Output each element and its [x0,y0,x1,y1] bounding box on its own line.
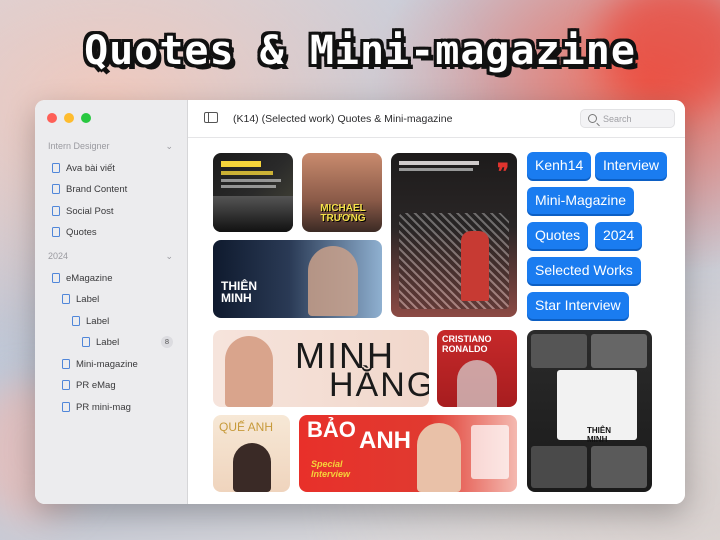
card-bao-anh[interactable]: BẢO ANH Special Interview [299,415,517,492]
sidebar-item-label: Mini-magazine [76,358,138,370]
quote-mark-icon: ❞ [497,159,509,184]
sidebar-item-label: Label [86,315,110,327]
grid-photo [531,446,587,488]
sidebar-item-brand-content[interactable]: Brand Content [52,182,127,196]
search-icon [588,114,597,123]
chevron-down-icon[interactable]: ⌄ [165,251,173,262]
sidebar-item-label-1[interactable]: Label [62,292,99,306]
card-lost-five[interactable]: ❞ [391,153,517,317]
document-icon [72,316,80,326]
sidebar-item-label: Social Post [66,205,114,217]
card-title-line1: BẢO [307,417,356,442]
tag-interview[interactable]: Interview [595,152,668,179]
tag-mini-magazine[interactable]: Mini-Magazine [527,187,635,214]
sidebar-item-quotes[interactable]: Quotes [52,225,97,239]
document-icon [52,273,60,283]
section-label: Intern Designer [48,141,110,151]
sidebar-item-label: PR eMag [76,379,116,391]
sidebar-toggle-icon[interactable] [204,112,218,123]
section-label: 2024 [48,251,69,261]
card-cristiano[interactable]: CRISTIANO RONALDO [437,330,517,407]
sidebar-item-label: eMagazine [66,272,113,284]
card-title-line2: ANH [359,427,411,454]
grid-photo [531,334,587,368]
sidebar-item-label: Label [76,293,100,305]
figure-red [461,231,489,301]
sidebar-item-pr-mini-mag[interactable]: PR mini-mag [62,400,131,414]
document-icon [62,294,70,304]
card-subtitle: Special Interview [311,459,351,479]
sidebar-item-emagazine[interactable]: eMagazine [52,271,112,285]
sidebar-item-mini-magazine[interactable]: Mini-magazine [62,357,138,371]
sidebar-item-label: Label [96,336,120,348]
quote-highlight [221,161,261,167]
sidebar-item-label: Brand Content [66,183,128,195]
chevron-down-icon[interactable]: ⌄ [165,141,173,152]
tag-selected-works[interactable]: Selected Works [527,257,641,284]
document-icon [62,380,70,390]
photo-frame [471,425,509,479]
card-quote-yellow[interactable] [213,153,293,232]
document-icon [52,227,60,237]
quote-line [221,179,281,182]
sidebar-item-label-3[interactable]: Label [82,335,172,349]
portrait [308,246,358,316]
grid-photo [591,334,647,368]
sidebar: Intern Designer ⌄ Ava bài viết Brand Con… [35,100,188,504]
document-icon [62,402,70,412]
minimize-button[interactable] [64,113,74,123]
quote-line [399,168,473,171]
sidebar-item-label: Ava bài viết [66,162,115,174]
main-content: (K14) (Selected work) Quotes & Mini-maga… [188,100,685,504]
document-icon [52,206,60,216]
card-michael-truong[interactable]: MICHAEL TRƯƠNG [302,153,382,232]
card-title: QUẾ ANH [219,420,274,434]
quote-line [221,185,276,188]
search-input[interactable]: Search [580,109,675,128]
document-icon [82,337,90,347]
card-thien-minh[interactable]: THIÊN MINH [213,240,382,318]
people-photo [213,196,293,232]
app-window: Intern Designer ⌄ Ava bài viết Brand Con… [35,100,685,504]
card-que-anh[interactable]: QUẾ ANH [213,415,290,492]
card-title: CRISTIANO RONALDO [442,334,492,354]
sidebar-item-ava-bai-viet[interactable]: Ava bài viết [52,161,115,175]
titlebar: (K14) (Selected work) Quotes & Mini-maga… [188,100,685,138]
quote-highlight [221,171,273,175]
tag-star-interview[interactable]: Star Interview [527,292,629,319]
document-icon [62,359,70,369]
document-icon [52,184,60,194]
illustration [399,213,509,309]
card-thien-minh-quote[interactable]: THIÊN MINH [527,330,652,492]
quote-line [399,161,479,165]
count-badge: 8 [161,336,173,348]
sidebar-item-label-2[interactable]: Label [72,314,109,328]
search-placeholder: Search [603,114,632,124]
card-title: THIÊN MINH [587,426,611,444]
card-title: THIÊN MINH [221,279,257,305]
card-title-line2: HẰNG [329,366,429,404]
portrait [417,423,461,492]
window-title: (K14) (Selected work) Quotes & Mini-maga… [233,113,453,125]
card-title: MICHAEL TRƯƠNG [320,203,366,224]
card-minh-hang[interactable]: MINH HẰNG [213,330,429,407]
sidebar-item-pr-emag[interactable]: PR eMag [62,378,116,392]
close-button[interactable] [47,113,57,123]
sidebar-item-label: PR mini-mag [76,401,131,413]
grid-photo [591,446,647,488]
player-photo [457,360,497,407]
tag-kenh14[interactable]: Kenh14 [527,152,592,179]
maximize-button[interactable] [81,113,91,123]
document-icon [52,163,60,173]
portrait [233,443,271,492]
tag-quotes[interactable]: Quotes [527,222,589,249]
page-headline: Quotes & Mini-magazine [84,28,636,74]
sidebar-item-label: Quotes [66,226,97,238]
sidebar-item-social-post[interactable]: Social Post [52,204,114,218]
window-controls [47,113,91,123]
section-intern-designer[interactable]: Intern Designer ⌄ [48,141,173,151]
section-2024[interactable]: 2024 ⌄ [48,251,173,261]
portrait [225,336,273,407]
tag-2024[interactable]: 2024 [595,222,643,249]
